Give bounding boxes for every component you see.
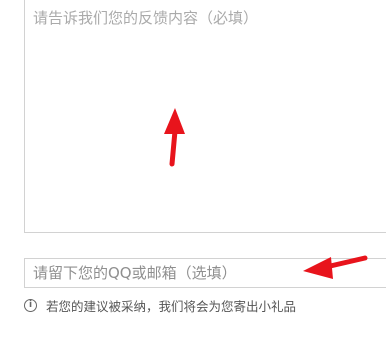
contact-field-container <box>24 258 386 288</box>
contact-input[interactable] <box>25 259 386 287</box>
feedback-form: i 若您的建议被采纳，我们将会为您寄出小礼品 <box>0 0 386 357</box>
feedback-textarea-container <box>24 0 386 233</box>
reward-notice: i 若您的建议被采纳，我们将会为您寄出小礼品 <box>24 296 296 314</box>
info-icon: i <box>24 298 37 312</box>
reward-notice-text: 若您的建议被采纳，我们将会为您寄出小礼品 <box>46 298 297 314</box>
feedback-textarea[interactable] <box>25 0 386 232</box>
